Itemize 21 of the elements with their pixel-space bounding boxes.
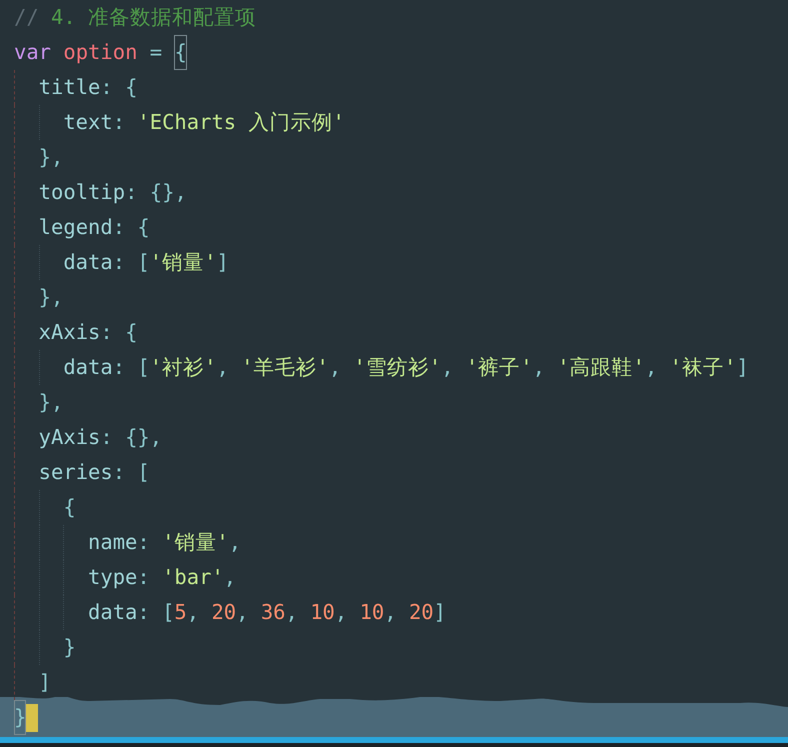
code-line: } <box>14 630 76 665</box>
code-line: tooltip: {}, <box>14 175 187 210</box>
code-line: yAxis: {}, <box>14 420 162 455</box>
code-line: data: [5, 20, 36, 10, 10, 20] <box>14 595 446 630</box>
code-line: ] <box>14 665 52 700</box>
code-line: xAxis: { <box>14 315 138 350</box>
code-line: data: ['衬衫', '羊毛衫', '雪纺衫', '裤子', '高跟鞋', '袜子'] <box>14 350 749 385</box>
code-line: var option = { <box>14 35 187 70</box>
code-line: text: 'ECharts 入门示例' <box>14 105 345 140</box>
code-line: name: '销量', <box>14 525 242 560</box>
code-line: }, <box>14 140 64 175</box>
code-line: // 4. 准备数据和配置项 <box>14 4 256 31</box>
code-line: legend: { <box>14 210 150 245</box>
code-line: series: [ <box>14 455 150 490</box>
code-line: title: { <box>14 70 138 105</box>
code-line: type: 'bar', <box>14 560 236 595</box>
code-line: { <box>14 490 76 525</box>
code-line: }, <box>14 280 64 315</box>
code-line: } <box>14 700 38 735</box>
code-line: }, <box>14 385 64 420</box>
code-line: data: ['销量'] <box>14 245 229 280</box>
